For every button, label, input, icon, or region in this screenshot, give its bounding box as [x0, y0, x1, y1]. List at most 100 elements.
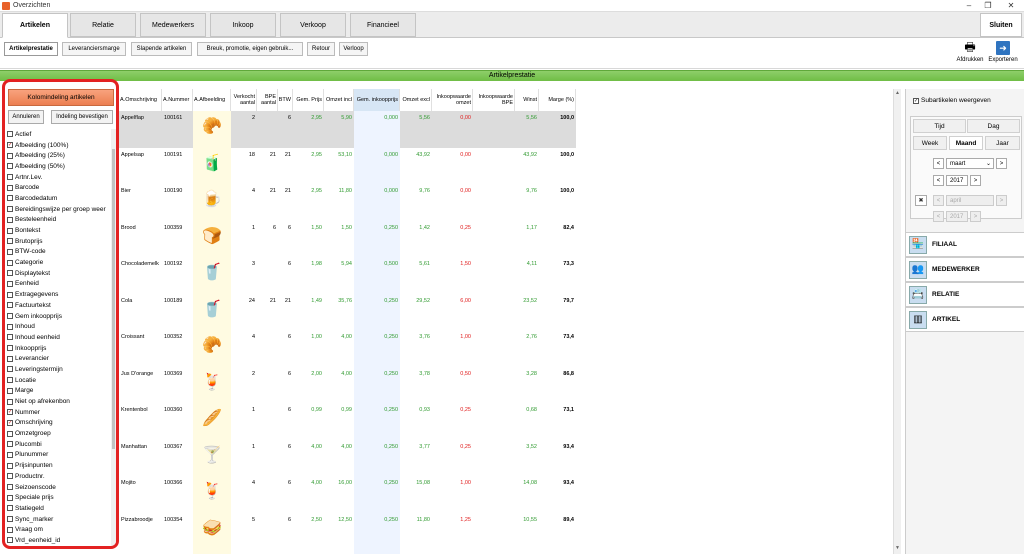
tab-tijd[interactable]: Tijd — [913, 119, 966, 133]
sluiten-button[interactable]: Sluiten — [980, 13, 1022, 37]
tab-medewerkers[interactable]: Medewerkers — [140, 13, 206, 37]
column-option[interactable]: Factuurtekst — [7, 300, 110, 311]
column-option[interactable]: ✓ Omschrijving — [7, 418, 110, 429]
column-option[interactable]: Marge — [7, 386, 110, 397]
column-option[interactable]: Besteleenheid — [7, 215, 110, 226]
group-artikel[interactable]: ▥ ARTIKEL — [906, 307, 1024, 332]
column-option[interactable]: Seizoenscode — [7, 482, 110, 493]
checkbox[interactable] — [7, 270, 13, 277]
checkbox[interactable] — [7, 259, 13, 266]
group-relatie[interactable]: 📇 RELATIE — [906, 282, 1024, 307]
checkbox[interactable]: ✓ — [7, 409, 13, 416]
checkbox[interactable] — [7, 537, 13, 544]
column-header-marge[interactable]: Marge (%) — [539, 89, 576, 111]
tab-retour[interactable]: Retour — [307, 42, 335, 56]
checkbox[interactable] — [7, 441, 13, 448]
checkbox[interactable] — [7, 505, 13, 512]
column-header-btw[interactable]: BTW — [278, 89, 293, 111]
column-header-winst[interactable]: Winst — [515, 89, 539, 111]
checkbox[interactable] — [7, 195, 13, 202]
column-option[interactable]: Speciale prijs — [7, 492, 110, 503]
column-option[interactable]: Inhoud — [7, 321, 110, 332]
checkbox[interactable] — [7, 355, 13, 362]
checkbox[interactable] — [7, 430, 13, 437]
year-to-prev-button[interactable]: < — [933, 211, 944, 222]
month-to-select[interactable]: april — [946, 195, 994, 206]
checkbox[interactable]: ✓ — [7, 142, 13, 149]
month-from-next-button[interactable]: > — [996, 158, 1007, 169]
column-option[interactable]: Eenheid — [7, 279, 110, 290]
column-header-afbeelding[interactable]: A.Afbeelding — [193, 89, 231, 111]
tab-jaar[interactable]: Jaar — [985, 136, 1020, 150]
checkbox[interactable] — [7, 387, 13, 394]
checkbox[interactable] — [7, 280, 13, 287]
column-option[interactable]: Productnr. — [7, 471, 110, 482]
tab-slapende-artikelen[interactable]: Slapende artikelen — [131, 42, 192, 56]
checkbox[interactable] — [7, 313, 13, 320]
column-option[interactable]: Barcode — [7, 182, 110, 193]
column-option[interactable]: Prijsinpunten — [7, 460, 110, 471]
checkbox[interactable] — [7, 227, 13, 234]
column-header-omzet-incl[interactable]: Omzet incl — [324, 89, 354, 111]
column-option[interactable]: Vraag om — [7, 524, 110, 535]
column-header-gem-prijs[interactable]: Gem. Prijs — [293, 89, 324, 111]
year-to-next-button[interactable]: > — [970, 211, 981, 222]
tab-financieel[interactable]: Financieel — [350, 13, 416, 37]
tab-inkoop[interactable]: Inkoop — [210, 13, 276, 37]
minimize-icon[interactable]: – — [962, 1, 976, 10]
column-option[interactable]: Locatie — [7, 375, 110, 386]
year-from-next-button[interactable]: > — [970, 175, 981, 186]
tab-verloop[interactable]: Verloop — [339, 42, 368, 56]
annuleren-button[interactable]: Annuleren — [8, 110, 44, 124]
column-option[interactable]: Bereidingswijze per groep weer — [7, 204, 110, 215]
checkbox[interactable] — [7, 152, 13, 159]
year-from-value[interactable]: 2017 — [946, 175, 968, 186]
tab-artikelen[interactable]: Artikelen — [2, 13, 68, 38]
column-option[interactable]: Statiegeld — [7, 503, 110, 514]
column-list-scrollbar[interactable] — [111, 129, 116, 546]
checkbox[interactable] — [7, 174, 13, 181]
checkbox[interactable] — [7, 334, 13, 341]
column-header-gem-inkoopprijs[interactable]: Gem. inkoopprijs — [354, 89, 400, 111]
kolomindeling-button[interactable]: Kolomindeling artikelen — [8, 89, 114, 106]
clear-to-date-icon[interactable]: ✖ — [915, 195, 927, 206]
column-header-inkoopwaarde-bpe[interactable]: Inkoopwaarde BPE — [473, 89, 515, 111]
checkbox[interactable] — [7, 526, 13, 533]
tab-breuk-promotie[interactable]: Breuk, promotie, eigen gebruik... — [197, 42, 303, 56]
column-option[interactable]: Actief — [7, 129, 110, 140]
column-option[interactable]: Displaytekst — [7, 268, 110, 279]
column-header-omzet-excl[interactable]: Omzet excl — [400, 89, 432, 111]
checkbox[interactable] — [7, 131, 13, 138]
column-option[interactable]: Inkoopprijs — [7, 343, 110, 354]
month-from-select[interactable]: maart ⌄ — [946, 158, 994, 169]
tab-week[interactable]: Week — [913, 136, 947, 150]
column-header-verkocht[interactable]: Verkocht aantal — [231, 89, 257, 111]
checkbox[interactable] — [7, 163, 13, 170]
checkbox[interactable] — [7, 484, 13, 491]
checkbox[interactable] — [7, 473, 13, 480]
print-button[interactable]: 🖶 Afdrukken — [955, 40, 985, 64]
group-medewerker[interactable]: 👥 MEDEWERKER — [906, 257, 1024, 282]
column-option[interactable]: Inhoud eenheid — [7, 332, 110, 343]
column-option[interactable]: ✓ Nummer — [7, 407, 110, 418]
checkbox[interactable] — [7, 238, 13, 245]
tab-leveranciersmarge[interactable]: Leveranciersmarge — [62, 42, 126, 56]
checkbox[interactable] — [7, 291, 13, 298]
tab-verkoop[interactable]: Verkoop — [280, 13, 346, 37]
column-header-omschrijving[interactable]: A.Omschrijving — [119, 89, 162, 111]
checkbox[interactable] — [7, 323, 13, 330]
column-header-bpe[interactable]: BPE aantal — [257, 89, 278, 111]
column-option[interactable]: Plucombi — [7, 439, 110, 450]
checkbox[interactable] — [7, 345, 13, 352]
checkbox[interactable] — [7, 516, 13, 523]
export-button[interactable]: ➜ Exporteren — [988, 41, 1018, 63]
year-from-prev-button[interactable]: < — [933, 175, 944, 186]
column-header-inkoopwaarde-omzet[interactable]: Inkoopwaarde omzet — [432, 89, 473, 111]
column-option[interactable]: Artnr.Lev. — [7, 172, 110, 183]
checkbox[interactable]: ✓ — [7, 419, 13, 426]
tab-artikelprestatie[interactable]: Artikelprestatie — [4, 42, 58, 56]
column-header-nummer[interactable]: A.Nummer — [162, 89, 193, 111]
subartikelen-checkbox[interactable]: ✓ Subartikelen weergeven — [913, 97, 991, 104]
checkbox[interactable] — [7, 184, 13, 191]
column-option[interactable]: Niet op afrekenbon — [7, 396, 110, 407]
